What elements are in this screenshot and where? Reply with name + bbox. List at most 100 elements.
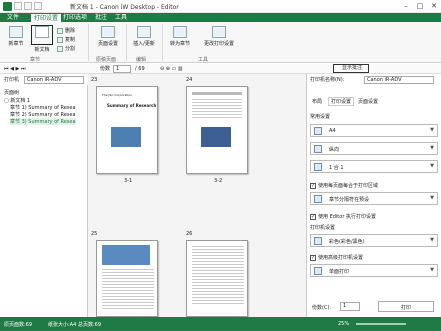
split-button[interactable]: 分割 (57, 45, 75, 52)
print-button[interactable]: 打印 (378, 301, 434, 312)
page-number: 25 (91, 231, 98, 237)
status-pages: 原页面数:69 (4, 322, 33, 328)
page-thumbnail[interactable] (186, 240, 248, 317)
page-thumbnail[interactable] (186, 86, 248, 174)
chevron-down-icon: ▼ (430, 163, 434, 169)
group-separator (162, 24, 163, 61)
chevron-down-icon: ▼ (430, 267, 434, 273)
new-doc-label: 新文档 (34, 47, 50, 53)
print-settings-icon (212, 26, 226, 38)
chapter-separator-select[interactable]: 章节分隔符在预设 ▼ (310, 192, 438, 205)
tree-root[interactable]: ▢ 新文档 1 (4, 97, 30, 104)
to-chapter-button[interactable]: 转为章节 (166, 26, 194, 47)
change-print-settings-button[interactable]: 更改打印设置 (200, 26, 238, 47)
status-paper: 纸张大小:A4 (48, 322, 77, 328)
editor-print-checkbox[interactable]: ✓ 使用 Editor 执行打印设置 (310, 213, 376, 220)
paper-icon (314, 127, 322, 135)
window-controls: – □ ✕ (399, 0, 441, 12)
new-doc-button[interactable] (31, 25, 53, 45)
page-thumbnail[interactable]: The JSC Corporation Summary of Research (96, 86, 158, 174)
chevron-down-icon: ▼ (430, 145, 434, 151)
tab-annotation[interactable]: 批注 (92, 13, 110, 22)
tab-print-settings[interactable]: 打印设置 (30, 13, 63, 22)
to-chapter-icon (173, 26, 187, 38)
group-label-original: 原稿页面 (96, 57, 117, 63)
copies-label: 份数(C): (312, 305, 332, 311)
page-settings-button[interactable]: 页面设置 (93, 26, 123, 47)
delete-button[interactable]: 删除 (57, 27, 75, 34)
insert-update-button[interactable]: 插入/更新 (130, 26, 158, 47)
page-thumbnail[interactable] (96, 240, 158, 317)
color-select[interactable]: 彩色(彩色/黑色) ▼ (310, 234, 438, 247)
paper-size-select[interactable]: A4 ▼ (310, 124, 438, 137)
checkbox-icon: ✓ (310, 182, 316, 189)
tab-page[interactable]: 页面设置 (358, 98, 378, 105)
zoom-controls-icon[interactable]: ⊖ ⊕ ▭ ▥ (160, 65, 183, 73)
doc-photo (201, 127, 231, 147)
page-total: / 69 (135, 66, 145, 72)
separator-icon (314, 195, 322, 203)
group-label-chapter: 章节 (30, 57, 41, 63)
tree-item-chapter[interactable]: 章节 1) Summary of Resea (10, 104, 76, 111)
tab-print-options[interactable]: 打印选项 (60, 13, 90, 22)
chevron-down-icon: ▼ (430, 195, 434, 201)
status-total: 总页数:69 (78, 322, 102, 328)
page-tree-panel: 页面树 ▢ 新文档 1 章节 1) Summary of Resea 章节 2)… (0, 85, 88, 317)
printer-to-label: 打印机名称(N): (310, 77, 345, 83)
fit-page-checkbox[interactable]: ✓ 使用每页面每合于打印区域 (310, 182, 378, 189)
tab-print[interactable]: 打印设置 (328, 97, 355, 106)
add-chapter-button[interactable]: 新章节 (4, 26, 28, 47)
new-doc-icon (35, 26, 49, 38)
group-separator (126, 24, 127, 61)
printer-to-select[interactable]: Canon iR-ADV (364, 76, 434, 84)
section-common: 常用设置 (310, 114, 331, 120)
quick-access-toolbar (14, 2, 42, 11)
redo-icon[interactable] (34, 2, 42, 10)
delete-icon (57, 27, 63, 34)
maximize-button[interactable]: □ (413, 0, 427, 12)
duplex-icon (314, 267, 322, 275)
copy-icon (57, 36, 63, 43)
chevron-down-icon: ▼ (430, 237, 434, 243)
page-number: 23 (91, 77, 98, 83)
page-caption: 3-2 (214, 178, 223, 184)
tree-item-chapter[interactable]: 章节 2) Summary of Resea (10, 111, 76, 118)
undo-icon[interactable] (24, 2, 32, 10)
page-number: 26 (186, 231, 193, 237)
nav-first-icon[interactable]: ⏮ ◀ ▶ ⏭ (4, 65, 25, 73)
duplex-select[interactable]: 单面打印 ▼ (310, 264, 438, 277)
doc-heading: Summary of Research (107, 103, 157, 108)
tab-layout[interactable]: 布局 (312, 98, 322, 105)
tree-item-chapter-selected[interactable]: 章节 3) Summary of Resea (10, 118, 76, 125)
text-block (192, 99, 242, 119)
page-preview-area: 23 24 The JSC Corporation Summary of Res… (88, 74, 306, 317)
app-icon (3, 2, 12, 11)
page-number: 24 (186, 77, 193, 83)
checkbox-icon: ✓ (310, 213, 316, 220)
nup-select[interactable]: 1 合 1 ▼ (310, 160, 438, 173)
tab-file[interactable]: 文件 (4, 13, 22, 22)
copies-input[interactable]: 1 (113, 65, 131, 73)
window-title: 新文档 1 - Canon iW Desktop - Editor (70, 4, 179, 11)
doc-corp: The JSC Corporation (102, 93, 133, 97)
advanced-printer-checkbox[interactable]: ✓ 使用高级打印机设置 (310, 254, 363, 261)
text-line (192, 92, 242, 95)
copies-label: 份数 (100, 66, 111, 72)
copy-button[interactable]: 复制 (57, 36, 75, 43)
page-caption: 3-1 (124, 178, 133, 184)
copies-field[interactable]: 1 (340, 302, 360, 311)
tab-tools[interactable]: 工具 (112, 13, 130, 22)
title-bar (0, 0, 441, 13)
page-settings-icon (101, 26, 115, 38)
close-button[interactable]: ✕ (427, 0, 441, 12)
printer-select[interactable]: Canon iR-ADV (24, 76, 84, 84)
orientation-select[interactable]: 纵向 ▼ (310, 142, 438, 155)
orientation-icon (314, 145, 322, 153)
minimize-button[interactable]: – (399, 0, 413, 12)
color-icon (314, 237, 322, 245)
save-icon[interactable] (14, 2, 22, 10)
printer-label: 打印机 (4, 77, 20, 83)
zoom-slider[interactable] (356, 323, 406, 325)
checkbox-icon: ✓ (310, 254, 316, 261)
show-annotations-button[interactable]: 显示批注 (333, 64, 369, 73)
